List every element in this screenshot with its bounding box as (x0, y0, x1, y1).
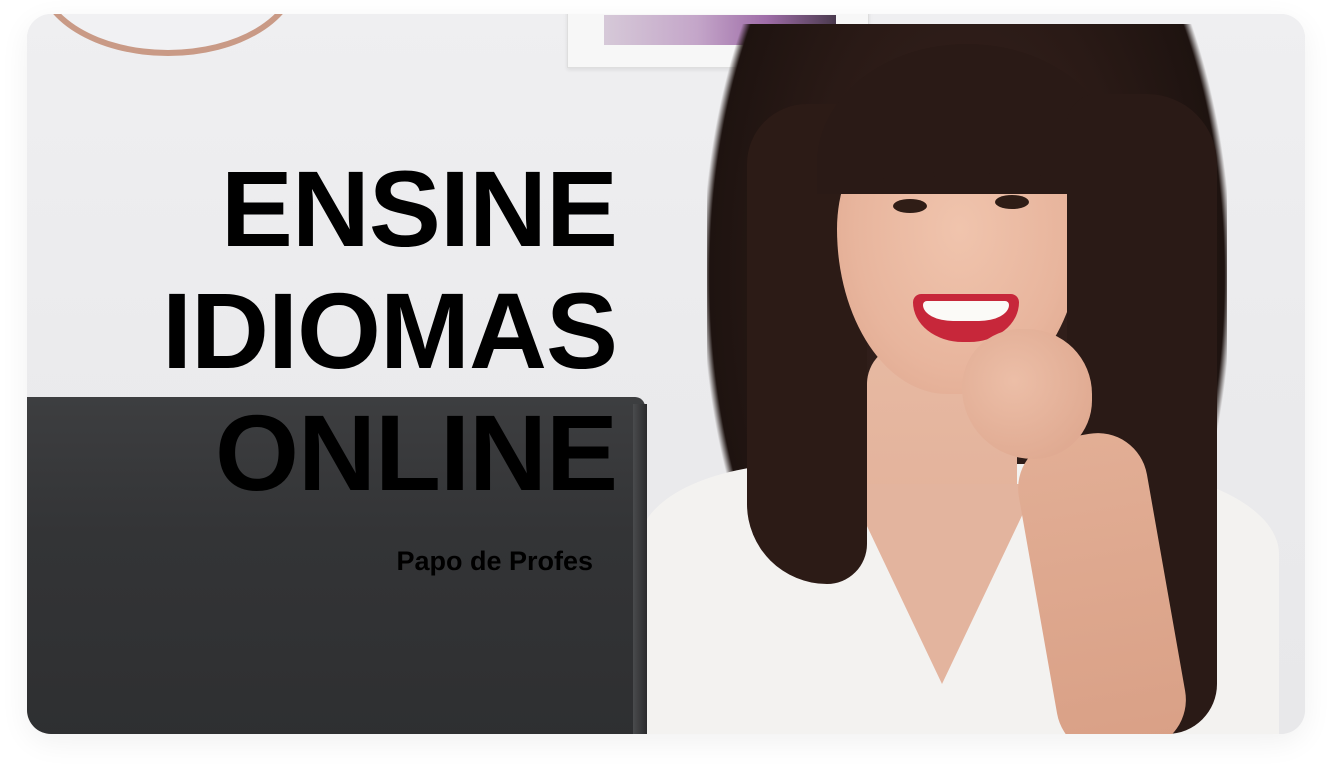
hero-subtitle: Papo de Profes (396, 546, 593, 576)
presenter-teeth (923, 301, 1009, 321)
headline-line-2: IDIOMAS (161, 270, 618, 391)
presenter-left-eye (893, 199, 927, 213)
laptop-edge (633, 404, 647, 734)
presenter-right-eye (995, 195, 1029, 209)
presenter-neckline (847, 484, 1037, 684)
headline-line-1: ENSINE (220, 148, 618, 269)
hero-video-thumbnail[interactable]: ENSINE IDIOMAS ONLINE Papo de Profes (27, 14, 1305, 734)
hero-headline: ENSINE IDIOMAS ONLINE (161, 148, 618, 514)
headline-line-3: ONLINE (214, 392, 618, 513)
page: ENSINE IDIOMAS ONLINE Papo de Profes (0, 0, 1332, 772)
